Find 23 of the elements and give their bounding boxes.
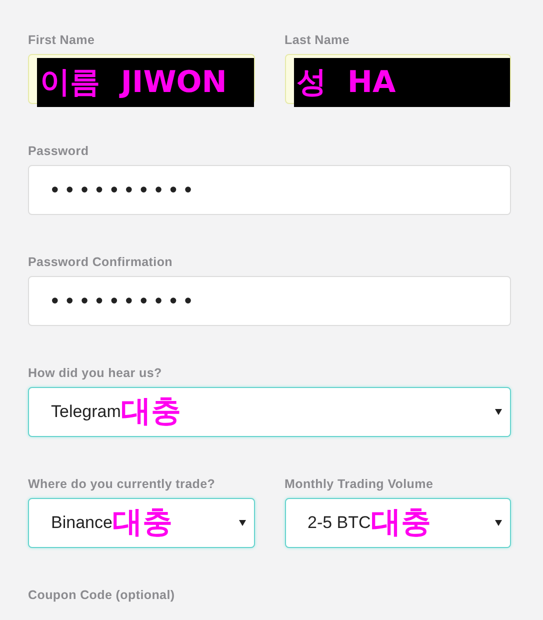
password-input[interactable]: •••••••••• <box>28 165 511 215</box>
field-label: First Name <box>28 33 96 47</box>
selected-value: Telegram <box>51 402 121 422</box>
selected-value: Binance <box>51 513 112 533</box>
password-input[interactable]: •••••••••• <box>28 276 511 326</box>
annotation-text: 성 HA <box>296 68 396 98</box>
field-label: Where do you currently trade? <box>28 477 216 491</box>
caret-icon <box>495 409 502 415</box>
caret-icon <box>495 520 502 526</box>
annotation-text: 이름 JIWON <box>40 68 227 98</box>
field-label: Monthly Trading Volume <box>284 477 434 491</box>
annotation-text: 대충 <box>112 508 172 538</box>
annotation-text: 대충 <box>370 508 431 538</box>
field-label: Password Confirmation <box>28 255 174 269</box>
field-label: Password <box>28 144 90 158</box>
caret-icon <box>238 520 246 526</box>
field-label: Last Name <box>284 33 351 47</box>
field-label: Coupon Code (optional) <box>28 588 176 602</box>
text-input[interactable]: 이름 JIWON <box>28 54 254 104</box>
field-label: How did you hear us? <box>28 366 163 380</box>
text-input[interactable]: 성 HA <box>284 54 511 104</box>
selected-value: 2-5 BTC <box>308 513 371 533</box>
annotation-text: 대충 <box>120 397 181 427</box>
